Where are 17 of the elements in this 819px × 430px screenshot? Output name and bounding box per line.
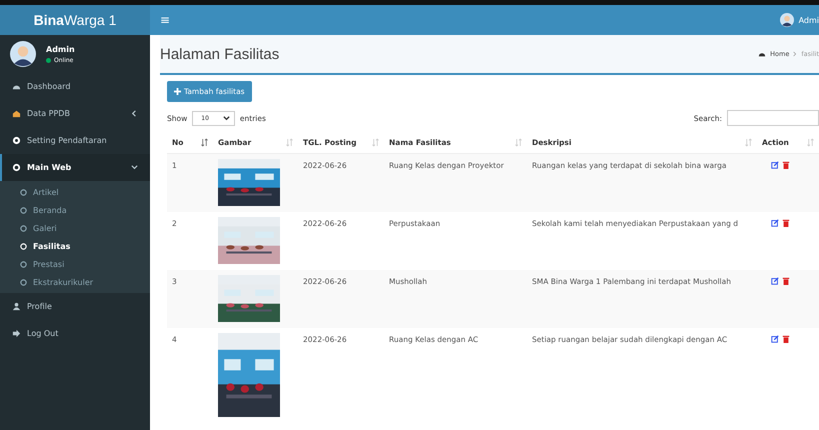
user-menu[interactable]: Admi xyxy=(798,16,819,24)
submenu-item[interactable]: Fasilitas xyxy=(0,237,150,255)
submenu-item[interactable]: Ekstrakurikuler xyxy=(0,273,150,291)
sidebar-item[interactable]: Main Web xyxy=(0,154,150,181)
user-name: Admin xyxy=(46,44,75,54)
sidebar-item[interactable]: Dashboard xyxy=(0,73,150,100)
page-title: Halaman Fasilitas xyxy=(160,46,280,62)
sidebar-item[interactable]: Setting Pendaftaran xyxy=(0,127,150,154)
submenu-item[interactable]: Galeri xyxy=(0,219,150,237)
submenu-item[interactable]: Artikel xyxy=(0,183,150,201)
menu-toggle[interactable]: ≡ xyxy=(160,13,170,27)
submenu-item[interactable]: Beranda xyxy=(0,201,150,219)
sidebar-item[interactable]: Data PPDB xyxy=(0,100,150,127)
sidebar-item[interactable]: Profile xyxy=(0,293,150,320)
brand-logo[interactable]: BinaWarga 1 xyxy=(0,5,150,35)
sidebar-item[interactable]: Log Out xyxy=(0,320,150,347)
submenu-item[interactable]: Prestasi xyxy=(0,255,150,273)
